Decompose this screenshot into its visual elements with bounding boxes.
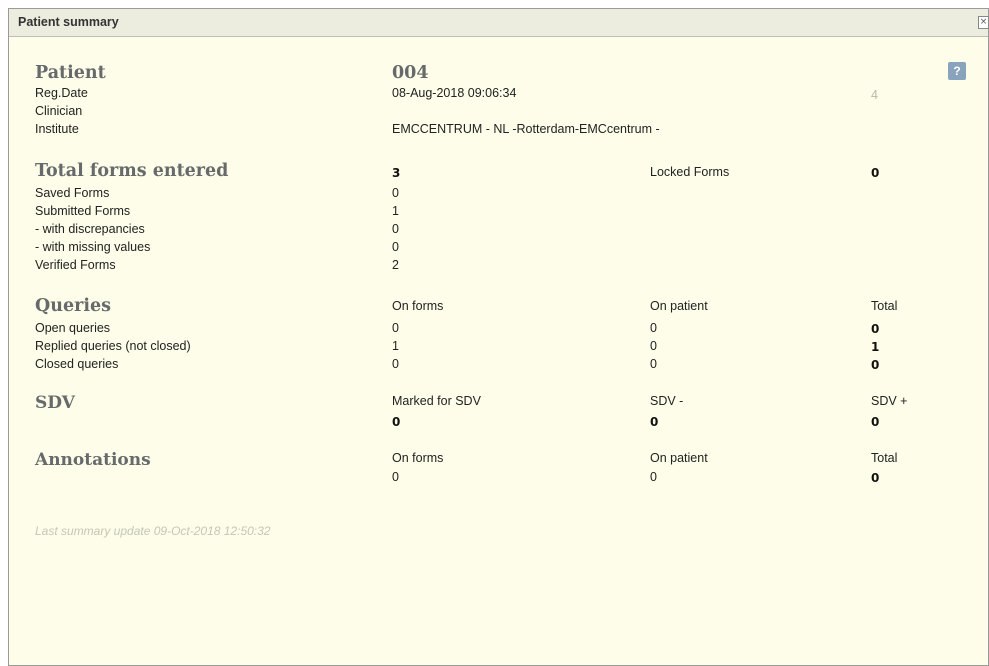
closed-queries-label: Closed queries	[35, 357, 119, 371]
verified-forms-label: Verified Forms	[35, 258, 116, 272]
submitted-forms-value: 1	[392, 204, 399, 218]
queries-col-forms: On forms	[392, 299, 444, 313]
sdv-col-marked: Marked for SDV	[392, 394, 481, 408]
annotations-heading: Annotations	[35, 450, 151, 470]
saved-forms-label: Saved Forms	[35, 186, 110, 200]
forms-total: 3	[392, 166, 401, 180]
annotations-col-patient: On patient	[650, 451, 708, 465]
locked-forms-value: 0	[871, 166, 880, 180]
open-queries-total: 0	[871, 322, 880, 336]
sdv-plus-value: 0	[871, 415, 880, 429]
clinician-label: Clinician	[35, 104, 83, 118]
replied-queries-patient: 0	[650, 339, 657, 353]
patient-summary-dialog: Patient summary × ? Patient 004 Reg.Date…	[8, 8, 989, 666]
sdv-heading: SDV	[35, 393, 75, 413]
dialog-titlebar: Patient summary ×	[9, 9, 989, 37]
queries-col-patient: On patient	[650, 299, 708, 313]
discrepancies-value: 0	[392, 222, 399, 236]
closed-queries-forms: 0	[392, 357, 399, 371]
open-queries-forms: 0	[392, 321, 399, 335]
reg-date-extra: 4	[871, 88, 878, 102]
saved-forms-value: 0	[392, 186, 399, 200]
queries-heading: Queries	[35, 296, 111, 316]
dialog-title: Patient summary	[18, 15, 119, 29]
summary-content: Patient 004 Reg.Date 08-Aug-2018 09:06:3…	[9, 37, 988, 665]
open-queries-patient: 0	[650, 321, 657, 335]
forms-heading: Total forms entered	[35, 161, 229, 181]
annotations-patient-value: 0	[650, 470, 657, 484]
verified-forms-value: 2	[392, 258, 399, 272]
annotations-forms-value: 0	[392, 470, 399, 484]
locked-forms-label: Locked Forms	[650, 165, 730, 179]
open-queries-label: Open queries	[35, 321, 111, 335]
annotations-total-value: 0	[871, 471, 880, 485]
annotations-col-forms: On forms	[392, 451, 444, 465]
missing-values-value: 0	[392, 240, 399, 254]
last-update-text: Last summary update 09-Oct-2018 12:50:32	[35, 524, 271, 538]
sdv-col-plus: SDV +	[871, 394, 908, 408]
reg-date-value: 08-Aug-2018 09:06:34	[392, 86, 517, 100]
patient-id: 004	[392, 63, 429, 83]
patient-heading: Patient	[35, 63, 106, 83]
annotations-col-total: Total	[871, 451, 898, 465]
replied-queries-forms: 1	[392, 339, 399, 353]
reg-date-label: Reg.Date	[35, 86, 88, 100]
replied-queries-label: Replied queries (not closed)	[35, 339, 191, 353]
closed-queries-total: 0	[871, 358, 880, 372]
sdv-marked-value: 0	[392, 415, 401, 429]
sdv-col-minus: SDV -	[650, 394, 684, 408]
submitted-forms-label: Submitted Forms	[35, 204, 131, 218]
queries-col-total: Total	[871, 299, 898, 313]
replied-queries-total: 1	[871, 340, 880, 354]
close-icon[interactable]: ×	[978, 16, 989, 29]
sdv-minus-value: 0	[650, 415, 659, 429]
institute-label: Institute	[35, 122, 79, 136]
discrepancies-label: - with discrepancies	[35, 222, 145, 236]
closed-queries-patient: 0	[650, 357, 657, 371]
missing-values-label: - with missing values	[35, 240, 151, 254]
institute-value: EMCCENTRUM - NL -Rotterdam-EMCcentrum -	[392, 122, 660, 136]
